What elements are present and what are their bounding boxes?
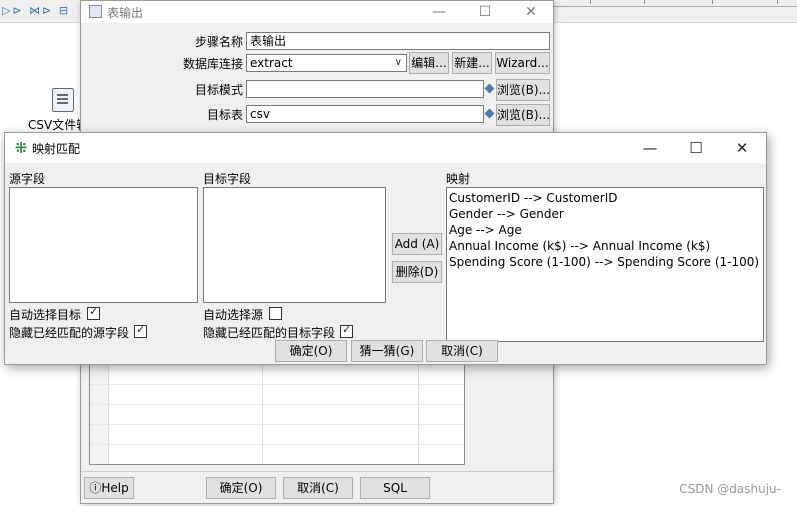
target-fields-list[interactable] (203, 187, 386, 303)
mappings-list[interactable]: CustomerID --> CustomerID Gender --> Gen… (446, 187, 764, 342)
list-item[interactable]: Spending Score (1-100) --> Spending Scor… (449, 254, 761, 270)
hide-matched-target-checkbox[interactable]: ✓ (340, 323, 353, 338)
browse-schema-button[interactable]: 浏览(B)... (496, 79, 550, 101)
edit-connection-button[interactable]: 编辑... (409, 52, 449, 74)
step-name-label: 步骤名称 (194, 35, 243, 49)
target-table-label: 目标表 (206, 108, 243, 122)
mapping-icon: ⁜ (14, 139, 28, 157)
delete-mapping-button[interactable]: 删除(D) (392, 261, 442, 283)
tab-divider (644, 0, 645, 4)
grid-column-divider (418, 364, 419, 464)
auto-select-target-label: 自动选择目标 (9, 308, 82, 322)
ok-button[interactable]: 确定(O) (206, 477, 276, 499)
guess-button[interactable]: 猜一猜(G) (351, 340, 423, 362)
table-output-title: 表输出 (107, 6, 144, 20)
minimize-icon[interactable]: — (627, 133, 673, 163)
list-item[interactable]: CustomerID --> CustomerID (449, 190, 761, 206)
grid-column-divider (262, 364, 263, 464)
step-name-input[interactable]: 表输出 (246, 32, 550, 50)
check-icon: ✓ (89, 305, 99, 318)
help-button[interactable]: ⓘHelp (84, 477, 134, 499)
grid-row-header (90, 364, 109, 464)
cancel-button[interactable]: 取消(C) (283, 477, 353, 499)
table-output-titlebar: 表输出 — ☐ ✕ (81, 1, 553, 23)
divider (81, 471, 553, 472)
maximize-icon[interactable]: ☐ (465, 1, 505, 23)
close-icon[interactable]: ✕ (511, 1, 551, 23)
source-fields-label: 源字段 (9, 172, 46, 186)
field-mapping-grid[interactable] (89, 363, 465, 465)
grid-row-line (90, 444, 464, 445)
table-icon (89, 5, 102, 18)
toolbar-icons: ▷⊳ ⋈⊳ ⊟ (2, 4, 71, 17)
auto-select-source-label: 自动选择源 (203, 308, 264, 322)
csv-input-step-icon[interactable] (52, 88, 74, 112)
source-fields-list[interactable] (9, 187, 198, 303)
hide-matched-target-label: 隐藏已经匹配的目标字段 (203, 326, 336, 340)
db-connection-value: extract (250, 56, 293, 70)
grid-row-line (90, 424, 464, 425)
close-icon[interactable]: ✕ (719, 133, 765, 163)
browse-table-button[interactable]: 浏览(B)... (496, 104, 550, 126)
tab-divider (712, 0, 713, 4)
tab-divider (590, 0, 591, 4)
background-tab-strip (552, 0, 797, 7)
grid-row-line (90, 404, 464, 405)
ok-button[interactable]: 确定(O) (275, 340, 347, 362)
auto-select-source-checkbox[interactable] (269, 307, 282, 320)
list-item[interactable]: Gender --> Gender (449, 206, 761, 222)
target-fields-label: 目标字段 (203, 172, 252, 186)
mapping-dialog: ⁜ 映射匹配 — ☐ ✕ 源字段 目标字段 映射 Add (A) 删除(D) C… (4, 132, 767, 365)
hide-matched-source-checkbox[interactable]: ✓ (134, 323, 147, 338)
cancel-button[interactable]: 取消(C) (426, 340, 498, 362)
check-icon: ✓ (136, 323, 146, 336)
new-connection-button[interactable]: 新建... (452, 52, 492, 74)
grid-row-line (90, 384, 464, 385)
help-label: Help (101, 481, 129, 495)
variable-icon (484, 108, 495, 119)
add-mapping-button[interactable]: Add (A) (392, 233, 442, 255)
hide-matched-source-label: 隐藏已经匹配的源字段 (9, 326, 130, 340)
mapping-title: 映射匹配 (32, 142, 81, 156)
chevron-down-icon[interactable]: ∨ (395, 55, 402, 71)
minimize-icon[interactable]: — (419, 1, 459, 23)
target-table-input[interactable]: csv (246, 105, 484, 123)
watermark: CSDN @dashuju- (679, 482, 781, 496)
wizard-button[interactable]: Wizard... (495, 52, 550, 74)
db-connection-label: 数据库连接 (182, 57, 243, 71)
list-item[interactable]: Annual Income (k$) --> Annual Income (k$… (449, 238, 761, 254)
list-item[interactable]: Age --> Age (449, 222, 761, 238)
db-connection-select[interactable]: extract ∨ (246, 54, 407, 72)
target-schema-input[interactable] (246, 80, 484, 98)
mapping-titlebar: ⁜ 映射匹配 — ☐ ✕ (5, 133, 766, 163)
check-icon: ✓ (342, 323, 352, 336)
maximize-icon[interactable]: ☐ (673, 133, 719, 163)
mappings-label: 映射 (446, 172, 471, 186)
tab-divider (777, 0, 778, 4)
sql-button[interactable]: SQL (360, 477, 430, 499)
help-icon: ⓘ (89, 481, 102, 495)
auto-select-target-checkbox[interactable]: ✓ (87, 305, 100, 320)
target-schema-label: 目标模式 (194, 83, 243, 97)
variable-icon (484, 83, 495, 94)
